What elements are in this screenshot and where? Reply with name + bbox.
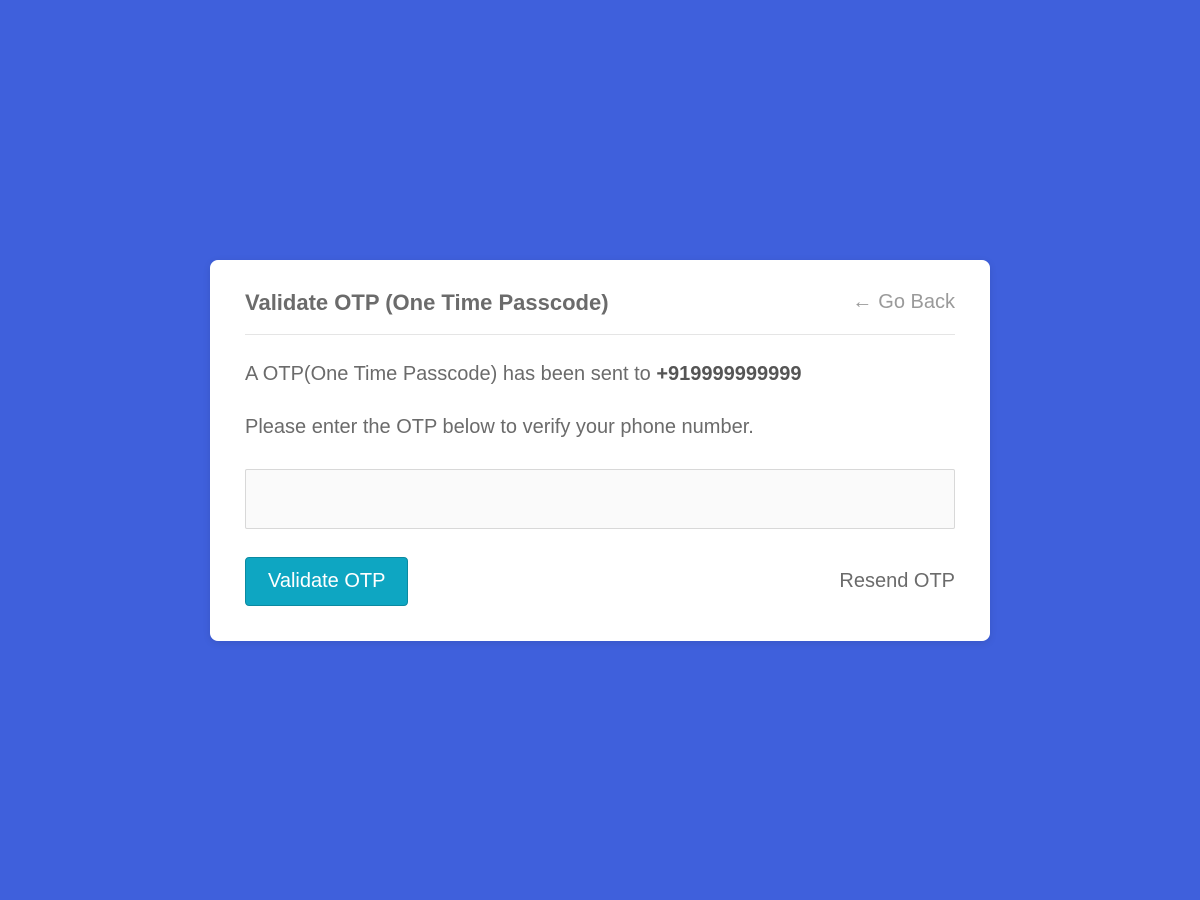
card-footer: Validate OTP Resend OTP xyxy=(245,557,955,606)
resend-otp-link[interactable]: Resend OTP xyxy=(839,570,955,593)
card-header: Validate OTP (One Time Passcode) ← Go Ba… xyxy=(245,290,955,335)
otp-input[interactable] xyxy=(245,469,955,529)
validate-otp-button[interactable]: Validate OTP xyxy=(245,557,408,606)
otp-sent-message: A OTP(One Time Passcode) has been sent t… xyxy=(245,360,955,388)
otp-instruction: Please enter the OTP below to verify you… xyxy=(245,416,955,439)
phone-number: +919999999999 xyxy=(656,363,801,385)
go-back-link[interactable]: ← Go Back xyxy=(852,291,955,314)
arrow-left-icon: ← xyxy=(852,291,872,314)
card-title: Validate OTP (One Time Passcode) xyxy=(245,290,609,316)
go-back-label: Go Back xyxy=(878,291,955,314)
card-body: A OTP(One Time Passcode) has been sent t… xyxy=(245,335,955,606)
otp-validation-card: Validate OTP (One Time Passcode) ← Go Ba… xyxy=(210,260,990,641)
sent-prefix: A OTP(One Time Passcode) has been sent t… xyxy=(245,363,656,385)
